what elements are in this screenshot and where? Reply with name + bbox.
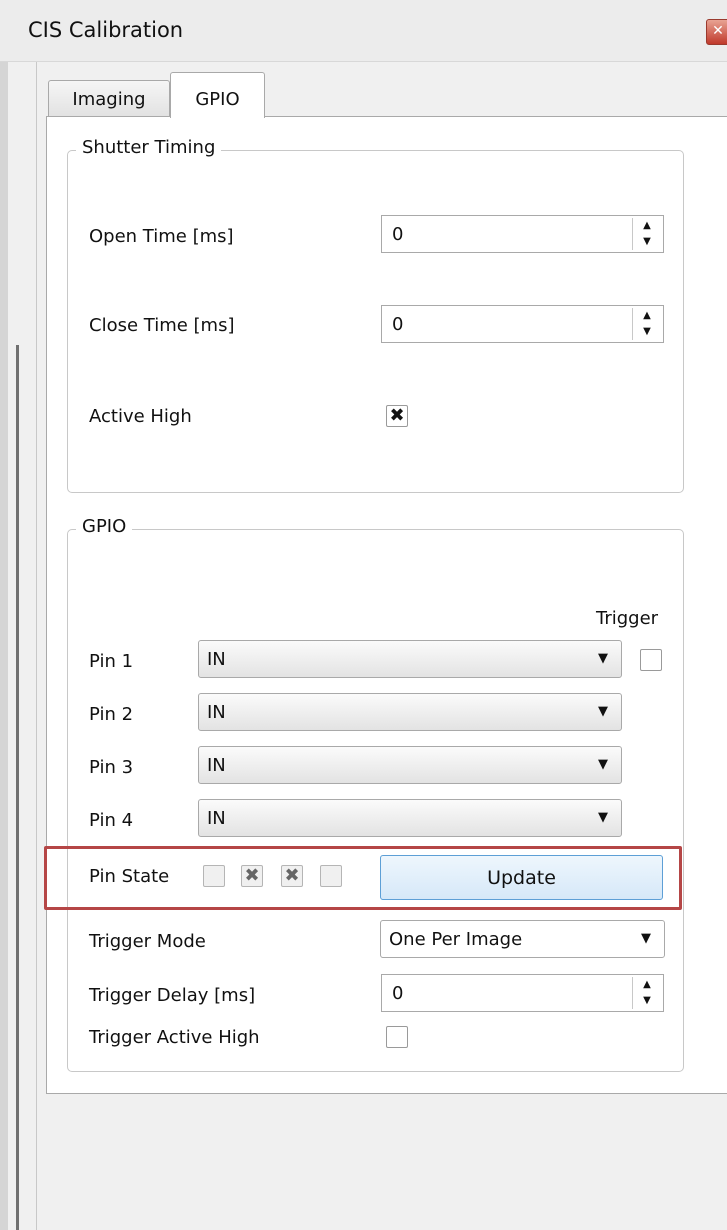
chevron-down-icon: ▼ xyxy=(598,810,608,825)
update-button[interactable]: Update xyxy=(380,855,663,900)
gpio-group-title: GPIO xyxy=(76,516,133,537)
trigger-mode-value: One Per Image xyxy=(389,929,523,950)
tab-gpio[interactable]: GPIO xyxy=(170,72,265,118)
down-arrow-icon[interactable]: ▼ xyxy=(633,234,661,250)
close-time-value: 0 xyxy=(392,314,404,335)
down-arrow-icon[interactable]: ▼ xyxy=(633,993,661,1009)
panel-divider xyxy=(36,62,37,1230)
window-resize-edge[interactable] xyxy=(16,345,19,1230)
pin-1-trigger-checkbox[interactable] xyxy=(640,649,662,671)
pin-4-mode-select[interactable]: IN ▼ xyxy=(198,799,622,837)
spin-arrows: ▲ ▼ xyxy=(632,977,661,1009)
x-mark-icon: ✖ xyxy=(284,865,300,886)
pin-state-4-indicator xyxy=(320,865,342,887)
up-arrow-icon[interactable]: ▲ xyxy=(633,218,661,234)
pin-state-2-indicator: ✖ xyxy=(241,865,263,887)
window-left-border xyxy=(0,0,8,1230)
pin-state-1-indicator xyxy=(203,865,225,887)
window-title: CIS Calibration xyxy=(28,18,184,42)
open-time-spinbox[interactable]: 0 ▲ ▼ xyxy=(381,215,664,253)
trigger-mode-select[interactable]: One Per Image ▼ xyxy=(380,920,665,958)
close-button[interactable]: ✕ xyxy=(706,19,727,45)
pin-4-mode-value: IN xyxy=(207,808,226,829)
x-mark-icon: ✖ xyxy=(389,405,405,426)
close-icon: ✕ xyxy=(712,23,724,39)
chevron-down-icon: ▼ xyxy=(598,757,608,772)
trigger-column-header: Trigger xyxy=(596,608,659,629)
pin-3-mode-value: IN xyxy=(207,755,226,776)
spin-arrows: ▲ ▼ xyxy=(632,218,661,250)
pin-state-3-indicator: ✖ xyxy=(281,865,303,887)
trigger-active-high-checkbox[interactable] xyxy=(386,1026,408,1048)
pin-3-mode-select[interactable]: IN ▼ xyxy=(198,746,622,784)
active-high-checkbox[interactable]: ✖ xyxy=(386,405,408,427)
pin-3-label: Pin 3 xyxy=(89,757,134,778)
pin-2-mode-select[interactable]: IN ▼ xyxy=(198,693,622,731)
chevron-down-icon: ▼ xyxy=(598,704,608,719)
close-time-label: Close Time [ms] xyxy=(89,315,235,336)
pin-4-label: Pin 4 xyxy=(89,810,134,831)
x-mark-icon: ✖ xyxy=(244,865,260,886)
chevron-down-icon: ▼ xyxy=(598,651,608,666)
open-time-label: Open Time [ms] xyxy=(89,226,234,247)
pin-1-mode-value: IN xyxy=(207,649,226,670)
pin-1-label: Pin 1 xyxy=(89,651,134,672)
open-time-value: 0 xyxy=(392,224,404,245)
trigger-active-high-label: Trigger Active High xyxy=(89,1027,260,1048)
chevron-down-icon: ▼ xyxy=(641,931,651,946)
pin-state-label: Pin State xyxy=(89,866,170,887)
tab-imaging[interactable]: Imaging xyxy=(48,80,170,116)
trigger-delay-label: Trigger Delay [ms] xyxy=(89,985,256,1006)
up-arrow-icon[interactable]: ▲ xyxy=(633,308,661,324)
pin-2-mode-value: IN xyxy=(207,702,226,723)
down-arrow-icon[interactable]: ▼ xyxy=(633,324,661,340)
trigger-mode-label: Trigger Mode xyxy=(89,931,206,952)
trigger-delay-spinbox[interactable]: 0 ▲ ▼ xyxy=(381,974,664,1012)
active-high-label: Active High xyxy=(89,406,192,427)
shutter-timing-title: Shutter Timing xyxy=(76,137,222,158)
pin-1-mode-select[interactable]: IN ▼ xyxy=(198,640,622,678)
pin-2-label: Pin 2 xyxy=(89,704,134,725)
spin-arrows: ▲ ▼ xyxy=(632,308,661,340)
up-arrow-icon[interactable]: ▲ xyxy=(633,977,661,993)
trigger-delay-value: 0 xyxy=(392,983,404,1004)
close-time-spinbox[interactable]: 0 ▲ ▼ xyxy=(381,305,664,343)
